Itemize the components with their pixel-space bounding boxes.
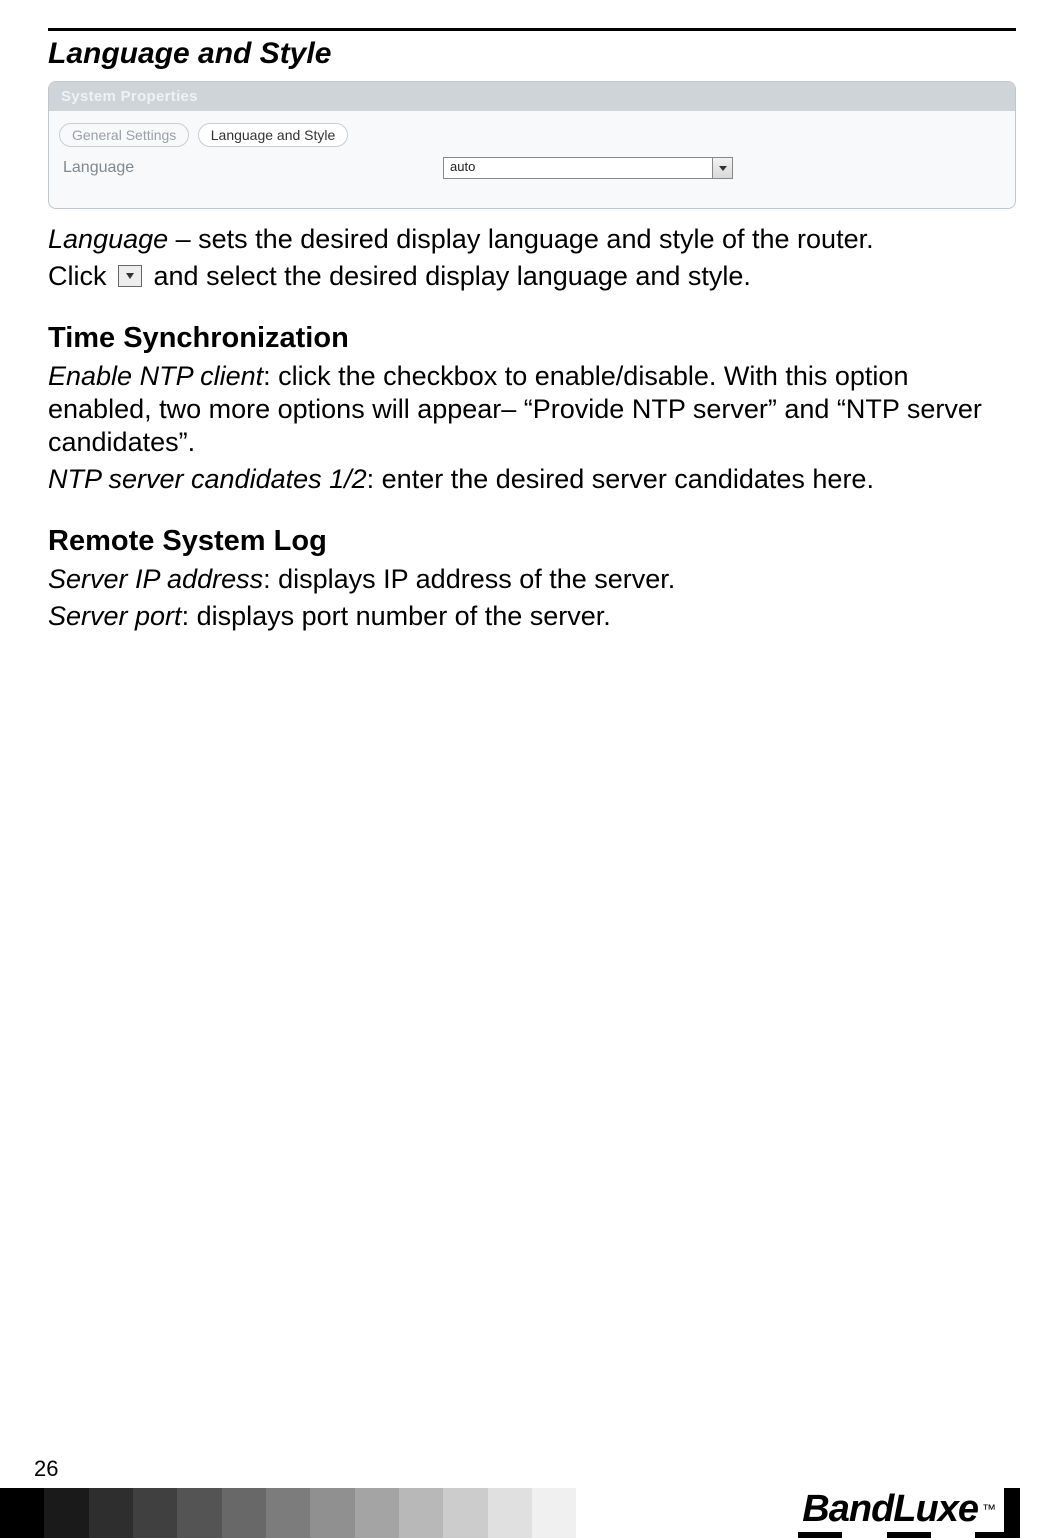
footer-bar-segment <box>754 1488 798 1538</box>
footer-bar-segment <box>532 1488 576 1538</box>
footer-bar-segment <box>443 1488 487 1538</box>
footer-bar-segment <box>222 1488 266 1538</box>
section-title-language-style: Language and Style <box>48 37 1016 71</box>
text: : enter the desired server candidates he… <box>367 464 874 494</box>
footer-bar-segment <box>0 1488 44 1538</box>
footer-bar-segment <box>709 1488 753 1538</box>
body-text: Language – sets the desired display lang… <box>48 223 1016 633</box>
term-enable-ntp: Enable NTP client <box>48 361 263 391</box>
text: – sets the desired display language and … <box>168 224 873 254</box>
footer-bar-segment <box>576 1488 620 1538</box>
page-number: 26 <box>34 1456 58 1482</box>
panel-tabs: General Settings Language and Style <box>49 111 1015 151</box>
text: and select the desired display language … <box>154 261 751 291</box>
term-ntp-candidates: NTP server candidates 1/2 <box>48 464 367 494</box>
footer-bar-segment <box>621 1488 665 1538</box>
footer-bar-segment <box>44 1488 88 1538</box>
tab-general-settings[interactable]: General Settings <box>59 123 189 147</box>
footer-bar-segment <box>310 1488 354 1538</box>
footer-bar-segment <box>665 1488 709 1538</box>
brand-logo-text: BandLuxe <box>802 1488 978 1531</box>
chevron-down-icon <box>712 158 732 178</box>
language-select-value: auto <box>450 159 475 174</box>
footer-bar-segment <box>133 1488 177 1538</box>
text: : displays IP address of the server. <box>263 564 675 594</box>
footer-bar-segment <box>355 1488 399 1538</box>
top-rule <box>48 28 1016 31</box>
dropdown-icon <box>118 265 142 287</box>
term-language: Language <box>48 224 168 254</box>
para-server-ip: Server IP address: displays IP address o… <box>48 563 1016 596</box>
tab-language-and-style[interactable]: Language and Style <box>198 123 349 147</box>
para-language-desc: Language – sets the desired display lang… <box>48 223 1016 256</box>
document-page: Language and Style System Properties Gen… <box>0 0 1064 1538</box>
footer-bar-segment <box>177 1488 221 1538</box>
para-click-dropdown: Click and select the desired display lan… <box>48 260 1016 293</box>
text: : displays port number of the server. <box>182 601 611 631</box>
term-server-port: Server port <box>48 601 182 631</box>
panel-titlebar: System Properties <box>49 82 1015 111</box>
system-properties-screenshot: System Properties General Settings Langu… <box>48 81 1016 209</box>
trademark-symbol: ™ <box>982 1501 996 1517</box>
footer-bar-segment <box>266 1488 310 1538</box>
heading-time-sync: Time Synchronization <box>48 321 1016 356</box>
heading-remote-syslog: Remote System Log <box>48 524 1016 559</box>
footer-bar-segment <box>488 1488 532 1538</box>
para-server-port: Server port: displays port number of the… <box>48 600 1016 633</box>
language-select[interactable]: auto <box>443 157 733 179</box>
footer-bar-segment <box>399 1488 443 1538</box>
para-enable-ntp: Enable NTP client: click the checkbox to… <box>48 360 1016 459</box>
term-server-ip: Server IP address <box>48 564 263 594</box>
text: Click <box>48 261 114 291</box>
footer-bar-segment <box>89 1488 133 1538</box>
brand-logo: BandLuxe ™ <box>794 1486 1004 1532</box>
page-footer: 26 BandLuxe ™ <box>0 1488 1064 1538</box>
para-ntp-candidates: NTP server candidates 1/2: enter the des… <box>48 463 1016 496</box>
language-label: Language <box>63 159 443 177</box>
footer-bar-segment <box>1020 1488 1064 1538</box>
language-row: Language auto <box>49 151 1015 191</box>
